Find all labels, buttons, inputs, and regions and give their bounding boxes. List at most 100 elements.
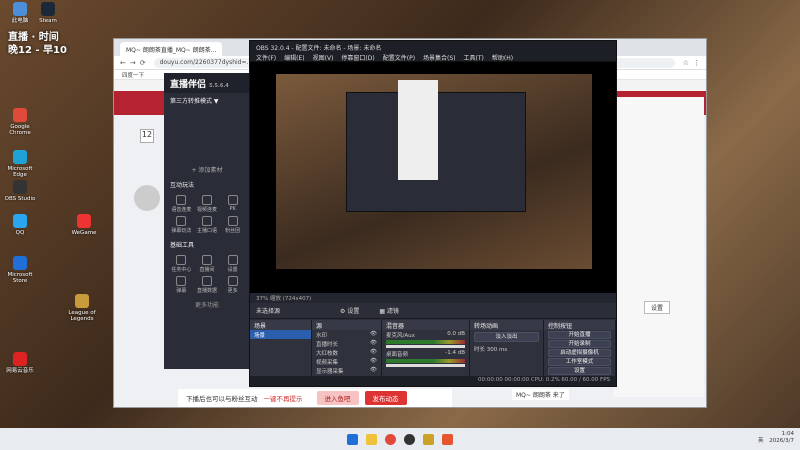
channel-db: 0.0 dB [447,331,465,337]
source-name: 大红枝数 [316,351,339,357]
obs-window: OBS 32.0.4 - 配置文件: 未命名 - 场景: 未命名 文件(F) 编辑… [249,40,617,387]
obs-menu-item[interactable]: 工具(T) [464,53,484,62]
douyu-icon[interactable] [442,433,453,445]
forward-icon[interactable]: → [130,59,136,67]
companion-icon[interactable] [423,433,434,445]
obs-menu-item[interactable]: 配置文件(P) [383,53,415,62]
source-item[interactable]: 直播时长 👁 [312,339,381,348]
add-item-button[interactable]: + 添加素材 [164,162,250,177]
obs-menu-item[interactable]: 编辑(E) [284,53,304,62]
clock-time[interactable]: 1:04 [769,431,794,438]
desktop-icon[interactable]: OBS Studio [2,180,38,202]
properties-button[interactable]: ⚙ 设置 [340,306,359,315]
more-functions-link[interactable]: 更多功能 [164,297,250,312]
volume-meter[interactable] [386,340,465,344]
plugin-tool-item[interactable]: PK [221,195,244,213]
obs-menu-item[interactable]: 帮助(H) [492,53,513,62]
transition-duration[interactable]: 时长 300 ms [470,344,543,353]
control-button[interactable]: 开始直播 [548,331,611,339]
control-button[interactable]: 启动虚拟摄像机 [548,349,611,357]
avatar[interactable] [134,185,160,211]
desktop-icon[interactable]: WeGame [66,214,102,236]
transitions-dock: 转场动画 淡入淡出 时长 300 ms [470,320,544,378]
desktop-icon[interactable]: QQ [2,214,38,236]
menu-icon[interactable]: ⋮ [693,59,700,67]
control-button[interactable]: 开始录制 [548,340,611,348]
volume-slider[interactable] [386,364,465,367]
volume-meter[interactable] [386,359,465,363]
source-item[interactable]: 水印 👁 [312,330,381,339]
star-icon[interactable]: ☆ [683,59,689,67]
obs-menu-item[interactable]: 文件(F) [256,53,276,62]
tool-icon [227,255,238,265]
tool-icon [201,255,212,265]
post-update-button[interactable]: 发布动态 [364,391,407,405]
scene-item[interactable]: 场景 [250,330,311,339]
desktop-icon-label: Steam [39,18,57,24]
plugin-tool-item[interactable]: 直播间 [196,255,219,273]
obs-menu-item[interactable]: 停靠窗口(D) [341,53,374,62]
plugin-tool-item[interactable]: 直播数据 [196,276,219,294]
browser-tab-active[interactable]: MQ~ 朗朗茶直播_MQ~ 朗朗茶... [120,42,223,56]
transition-type-select[interactable]: 淡入淡出 [474,332,539,342]
controls-dock: 控制按钮 开始直播 开始录制 启动虚拟摄像机 工作室模式 设置 [544,320,616,378]
plugin-tool-item[interactable]: 视频连麦 [196,195,219,213]
plugin-brand: 直播伴侣 5.5.6.4 [164,73,250,93]
tool-icon [227,276,238,286]
desktop-icon[interactable]: Microsoft Edge [2,150,38,179]
obs-preview[interactable] [250,62,616,293]
source-name: 水印 [316,333,328,339]
desktop-icon[interactable]: Google Chrome [2,108,38,137]
desktop-icon[interactable]: Steam [30,2,66,24]
control-button[interactable]: 设置 [548,367,611,375]
volume-slider[interactable] [386,345,465,348]
enter-fishbar-button[interactable]: 进入鱼吧 [316,391,359,405]
settings-button[interactable]: 设置 [644,301,671,314]
plugin-tool-item[interactable]: 任务中心 [170,255,193,273]
desktop-icon[interactable]: Microsoft Store [2,256,38,285]
back-icon[interactable]: ← [120,59,126,67]
plugin-tool-item[interactable]: 主播口语 [196,216,219,234]
eye-icon[interactable]: 👁 [370,367,377,373]
file-explorer-icon[interactable] [366,433,377,445]
desktop-icon-label: Microsoft Edge [7,166,33,179]
tool-icon [227,216,238,226]
mode-select[interactable]: 第三方转推模式 ▼ [164,93,250,108]
eye-icon[interactable]: 👁 [370,340,377,346]
obs-icon[interactable] [404,433,415,445]
source-name: 直播时长 [316,342,339,348]
obs-statusbar: 00:00:00 00:00:00 CPU: 0.2% 60.00 / 60.0… [250,376,616,386]
start-icon[interactable] [347,433,358,445]
eye-icon[interactable]: 👁 [370,349,377,355]
desktop-icon[interactable]: League of Legends [64,294,100,323]
reload-icon[interactable]: ⟳ [140,59,146,67]
tool-icon [227,195,238,205]
plugin-tool-item[interactable]: 粉丝团 [221,216,244,234]
sources-dock: 源 水印 👁 直播时长 👁 大红枝数 👁 视频采集 👁 显示器采集 👁 [312,320,382,378]
obs-menu-item[interactable]: 场景集合(S) [423,53,456,62]
source-item[interactable]: 视频采集 👁 [312,357,381,366]
plugin-tool-item[interactable]: 语音连麦 [170,195,193,213]
source-item[interactable]: 大红枝数 👁 [312,348,381,357]
plugin-tool-item[interactable]: 更多 [221,276,244,294]
source-item[interactable]: 显示器采集 👁 [312,366,381,375]
chrome-icon[interactable] [385,433,396,445]
dismiss-link[interactable]: 一键不再提示 [264,393,303,403]
ime-indicator[interactable]: 英 [758,438,764,444]
app-icon [13,180,27,194]
eye-icon[interactable]: 👁 [370,358,377,364]
tool-label: 粉丝团 [225,228,241,234]
scenes-dock-title: 场景 [250,320,311,330]
plugin-tool-item[interactable]: 弹幕 [170,276,193,294]
obs-menu-item[interactable]: 视图(V) [313,53,334,62]
plugin-tool-item[interactable]: 弹幕玩法 [170,216,193,234]
app-icon [13,256,27,270]
mixer-channel: 麦克风/Aux 0.0 dB [382,330,469,339]
no-source-label: 未选择源 [256,308,281,315]
clock-date[interactable]: 2026/3/7 [769,438,794,445]
filters-button[interactable]: ▦ 滤镜 [379,306,399,315]
plugin-tool-item[interactable]: 设置 [221,255,244,273]
eye-icon[interactable]: 👁 [370,331,377,337]
desktop-icon[interactable]: 网易云音乐 [2,352,38,374]
control-button[interactable]: 工作室模式 [548,358,611,366]
